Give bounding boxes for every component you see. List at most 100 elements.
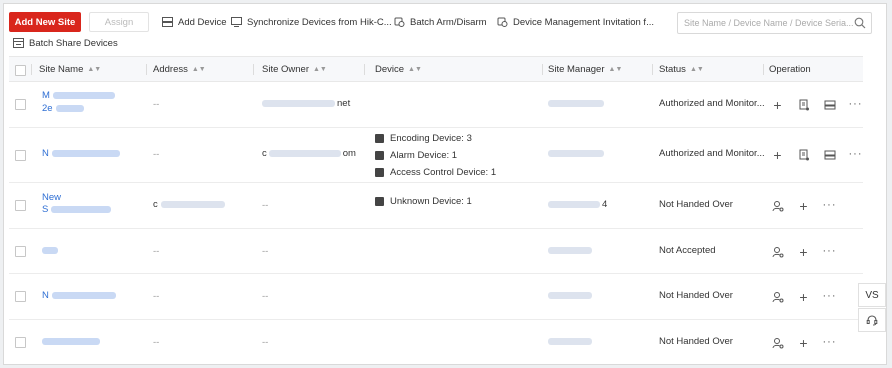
status-value: Not Handed Over — [659, 290, 733, 301]
site-name-link[interactable]: New — [42, 192, 61, 203]
customer-support-button[interactable] — [858, 308, 886, 332]
table-row[interactable]: N -- c om Encoding Device: 3 Alarm Device… — [9, 128, 863, 183]
search-input[interactable] — [678, 17, 856, 29]
batch-share-icon — [13, 38, 24, 48]
site-name-link[interactable]: N — [42, 148, 120, 159]
more-icon[interactable]: ··· — [849, 98, 862, 111]
assign-button[interactable]: Assign — [89, 12, 149, 32]
site-owner-value: -- — [262, 200, 269, 211]
column-device[interactable]: Device ▲▼ — [375, 57, 422, 81]
site-manager-value — [548, 98, 604, 109]
synchronize-devices-button[interactable]: Synchronize Devices from Hik-C... — [231, 12, 392, 32]
site-name-link[interactable] — [42, 245, 58, 256]
device-list-icon[interactable] — [797, 98, 810, 111]
batch-arm-disarm-label: Batch Arm/Disarm — [410, 16, 487, 28]
sync-devices-label: Synchronize Devices from Hik-C... — [247, 16, 392, 28]
sort-icon: ▲▼ — [408, 65, 422, 73]
row-checkbox[interactable] — [15, 246, 26, 257]
hand-over-icon[interactable] — [771, 336, 784, 349]
hand-over-icon[interactable] — [771, 245, 784, 258]
select-all-checkbox[interactable] — [15, 65, 26, 76]
more-icon[interactable]: ··· — [823, 336, 836, 349]
column-site-owner-label: Site Owner — [262, 63, 309, 75]
device-list-icon[interactable] — [797, 148, 810, 161]
row-checkbox[interactable] — [15, 337, 26, 348]
row-checkbox[interactable] — [15, 99, 26, 110]
site-owner-value: -- — [262, 337, 269, 348]
add-new-site-button[interactable]: Add New Site — [9, 12, 81, 32]
hand-over-icon[interactable] — [771, 199, 784, 212]
hand-over-icon[interactable] — [771, 290, 784, 303]
redacted-text — [268, 149, 341, 157]
add-icon[interactable]: + — [797, 290, 810, 304]
redacted-text — [548, 337, 592, 345]
add-icon[interactable]: + — [797, 336, 810, 350]
arm-disarm-icon — [394, 17, 405, 27]
site-name-link-line2[interactable]: 2e — [42, 103, 84, 114]
row-operations: + ··· — [771, 290, 849, 304]
more-icon[interactable]: ··· — [849, 148, 862, 161]
device-line: Access Control Device: 1 — [375, 164, 496, 181]
table-row[interactable]: N -- -- Not Handed Over + ··· — [9, 274, 863, 320]
redacted-text — [548, 291, 592, 299]
device-line: Encoding Device: 3 — [375, 130, 496, 147]
site-management-panel: Add New Site Assign Add Device Synchroni… — [3, 3, 887, 365]
site-name-link[interactable]: N — [42, 290, 116, 301]
site-name-link[interactable]: M — [42, 90, 115, 101]
configuration-icon[interactable] — [823, 148, 836, 161]
configuration-icon[interactable] — [823, 98, 836, 111]
device-line: Unknown Device: 1 — [375, 193, 472, 210]
more-icon[interactable]: ··· — [823, 290, 836, 303]
redacted-text — [52, 91, 115, 99]
search-icon[interactable] — [854, 17, 866, 29]
table-row[interactable]: New S c -- Unknown Device: 1 4 Not Hande… — [9, 183, 863, 229]
column-site-name-label: Site Name — [39, 63, 84, 75]
device-count-text: Alarm Device: 1 — [390, 150, 458, 161]
more-icon[interactable]: ··· — [823, 245, 836, 258]
add-icon[interactable]: + — [797, 245, 810, 259]
row-checkbox[interactable] — [15, 200, 26, 211]
site-name-link-line2[interactable]: S — [42, 204, 112, 215]
add-icon[interactable]: + — [771, 148, 784, 162]
add-device-icon — [162, 17, 173, 27]
row-operations: + ··· — [771, 199, 849, 213]
column-divider — [763, 64, 764, 75]
column-address[interactable]: Address ▲▼ — [153, 57, 206, 81]
row-operations: + ··· — [771, 148, 875, 162]
redacted-text — [548, 246, 592, 254]
device-management-invitation-label: Device Management Invitation f... — [513, 16, 654, 28]
batch-share-devices-label: Batch Share Devices — [29, 37, 118, 49]
site-name-text: S — [42, 204, 49, 215]
column-site-name[interactable]: Site Name ▲▼ — [39, 57, 101, 81]
table-row[interactable]: -- -- Not Accepted + ··· — [9, 229, 863, 274]
vs-button[interactable]: VS — [858, 283, 886, 307]
table-row[interactable]: -- -- Not Handed Over + ··· — [9, 320, 863, 364]
row-checkbox[interactable] — [15, 291, 26, 302]
batch-arm-disarm-button[interactable]: Batch Arm/Disarm — [394, 12, 487, 32]
address-value: -- — [153, 99, 160, 110]
column-site-owner[interactable]: Site Owner ▲▼ — [262, 57, 327, 81]
site-name-text: New — [42, 192, 62, 203]
more-icon[interactable]: ··· — [823, 199, 836, 212]
table-row[interactable]: M 2e -- net Authorized and Monitor... + … — [9, 82, 863, 128]
add-icon[interactable]: + — [771, 98, 784, 112]
address-value: c — [153, 199, 225, 210]
device-line: Alarm Device: 1 — [375, 147, 496, 164]
row-checkbox[interactable] — [15, 150, 26, 161]
status-value: Authorized and Monitor... — [659, 98, 765, 109]
device-count-text: Encoding Device: 3 — [390, 133, 472, 144]
site-manager-value — [548, 148, 604, 159]
site-name-link[interactable] — [42, 336, 100, 347]
batch-share-devices-button[interactable]: Batch Share Devices — [13, 36, 118, 50]
site-owner-text: om — [342, 148, 356, 159]
site-manager-text: 4 — [602, 199, 608, 210]
device-management-invitation-button[interactable]: Device Management Invitation f... — [497, 12, 654, 32]
column-site-manager-label: Site Manager — [548, 63, 605, 75]
column-site-manager[interactable]: Site Manager ▲▼ — [548, 57, 622, 81]
add-icon[interactable]: + — [797, 199, 810, 213]
column-status[interactable]: Status ▲▼ — [659, 57, 704, 81]
add-device-label: Add Device — [178, 16, 227, 28]
address-value: -- — [153, 291, 160, 302]
add-device-button[interactable]: Add Device — [162, 12, 227, 32]
column-operation: Operation — [769, 57, 811, 81]
